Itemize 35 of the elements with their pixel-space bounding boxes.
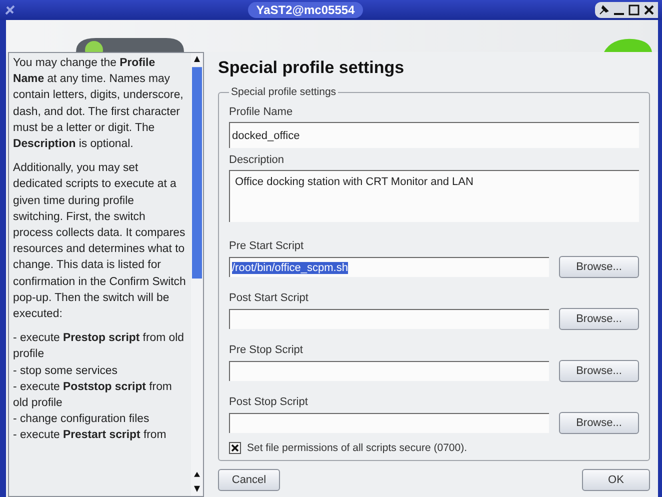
script-path-field[interactable]: /root/bin/office_scpm.sh [229, 257, 549, 277]
script-path-field[interactable] [229, 361, 549, 381]
cancel-button[interactable]: Cancel [218, 469, 280, 491]
window-title: YaST2@mc05554 [248, 2, 363, 18]
script-path-field[interactable] [229, 413, 549, 433]
group-title: Special profile settings [230, 86, 338, 98]
help-step: - execute Poststop script from old profile [13, 378, 187, 412]
help-step: - change configuration files [13, 411, 187, 428]
checkbox[interactable] [229, 442, 241, 454]
browse-button[interactable]: Browse... [559, 256, 639, 278]
maximize-icon[interactable] [627, 3, 641, 17]
help-step: - execute Prestop script from old profile [13, 330, 187, 363]
ok-button[interactable]: OK [582, 469, 650, 491]
field-label: Description [229, 154, 286, 166]
help-paragraph: You may change the Profile Name at any time. Names may contain letters, digits, underscore, dash, and dot. The first character must be a letter or digit. The Description is optional. [13, 56, 184, 152]
pin-icon[interactable] [597, 3, 611, 17]
field-label: Profile Name [229, 106, 294, 118]
browse-button[interactable]: Browse... [559, 412, 639, 434]
close-icon[interactable] [642, 3, 656, 17]
app-icon[interactable] [4, 4, 16, 16]
field-label: Post Stop Script [229, 396, 309, 408]
field-label: Pre Stop Script [229, 344, 304, 356]
checkbox-label: Set file permissions of all scripts secure (0700). [247, 442, 468, 454]
field-label: Pre Start Script [229, 240, 305, 252]
scrollbar[interactable] [191, 53, 203, 496]
help-paragraph: Additionally, you may set dedicated scripts to execute at a given time during profile switching. First, the switch process collects data. It compares resources and determines what to change. This data is listed for confirmation in the Confirm Switch pop-up. Then the switch will be executed: [13, 161, 187, 322]
profile-name-field[interactable]: docked_office [229, 122, 639, 148]
help-step: - stop some services [13, 362, 187, 379]
description-field[interactable]: Office docking station with CRT Monitor and LAN [229, 170, 639, 222]
page-heading: Special profile settings [218, 58, 406, 78]
browse-button[interactable]: Browse... [559, 360, 639, 382]
script-path-field[interactable] [229, 309, 549, 329]
help-step: - execute Prestart script from [13, 427, 187, 444]
browse-button[interactable]: Browse... [559, 308, 639, 330]
field-label: Post Start Script [229, 292, 310, 304]
